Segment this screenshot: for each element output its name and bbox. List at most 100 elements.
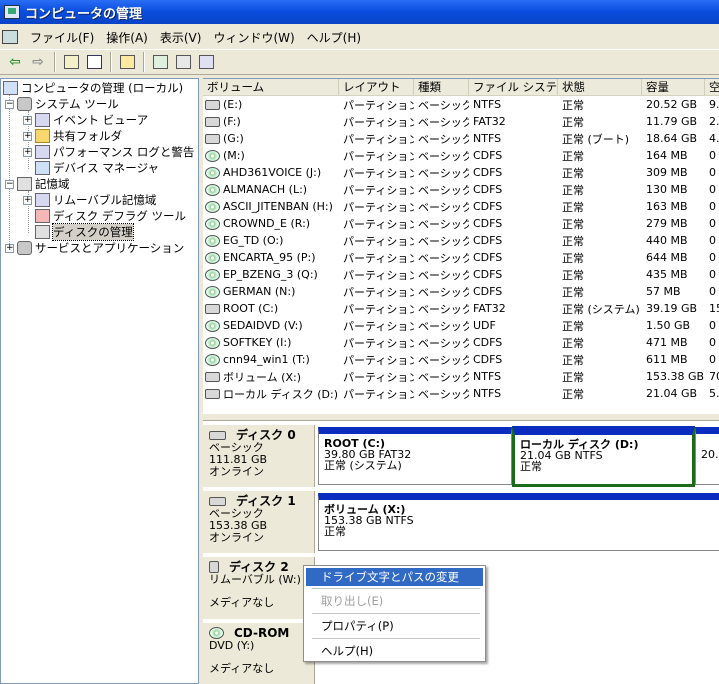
volume-name-text: GERMAN (N:) <box>223 285 296 298</box>
volume-row[interactable]: cnn94_win1 (T:) パーティション ベーシック CDFS 正常 611 MB 0 <box>203 351 719 368</box>
volume-row[interactable]: EG_TD (O:) パーティション ベーシック CDFS 正常 440 MB 0 <box>203 232 719 249</box>
cell-free-space: 0 <box>709 251 716 264</box>
partition-third[interactable]: 20.5 <box>695 427 719 485</box>
expand-icon[interactable]: + <box>23 131 32 141</box>
mmc-console-icon[interactable] <box>2 30 18 44</box>
column-header-free[interactable]: 空 <box>705 79 719 95</box>
cell-volume-name: EP_BZENG_3 (Q:) <box>203 268 339 281</box>
column-header-capacity[interactable]: 容量 <box>642 79 705 95</box>
title-bar[interactable]: コンピュータの管理 <box>0 0 719 24</box>
column-header-type[interactable]: 種類 <box>414 79 469 95</box>
cell-status: 正常 <box>562 285 584 299</box>
cell-capacity: 279 MB <box>646 217 688 230</box>
cd-drive-icon <box>205 319 220 332</box>
menu-file[interactable]: ファイル(F) <box>24 29 100 46</box>
cell-layout: パーティション <box>343 387 414 401</box>
menu-item-change-drive-letter[interactable]: ドライブ文字とパスの変更(C)... <box>306 568 483 602</box>
volume-row[interactable]: GERMAN (N:) パーティション ベーシック CDFS 正常 57 MB 0 <box>203 283 719 300</box>
volume-list[interactable]: ボリューム レイアウト 種類 ファイル システム 状態 容量 空 (E:) パーテ… <box>203 78 719 414</box>
cell-free-space: 0 <box>709 353 716 366</box>
disk-2-label[interactable]: ディスク 2 リムーバブル (W:) メディアなし <box>203 557 315 619</box>
cell-layout: パーティション <box>343 149 414 163</box>
cell-status: 正常 <box>562 251 584 265</box>
menu-view[interactable]: 表示(V) <box>154 29 208 46</box>
volume-row[interactable]: EP_BZENG_3 (Q:) パーティション ベーシック CDFS 正常 435 MB 0 <box>203 266 719 283</box>
column-header-volume[interactable]: ボリューム <box>203 79 339 95</box>
volume-row[interactable]: (M:) パーティション ベーシック CDFS 正常 164 MB 0 <box>203 147 719 164</box>
menu-window[interactable]: ウィンドウ(W) <box>207 29 300 46</box>
tree-item-defrag[interactable]: ディスク デフラグ ツール <box>35 208 186 224</box>
menu-action[interactable]: 操作(A) <box>100 29 154 46</box>
toolbar-separator <box>110 52 112 72</box>
tree-item-services[interactable]: + サービスとアプリケーション <box>5 240 184 256</box>
tree-item-shared-folders[interactable]: + 共有フォルダ <box>23 128 122 144</box>
column-header-filesystem[interactable]: ファイル システム <box>469 79 558 95</box>
collapse-icon[interactable]: − <box>5 179 14 189</box>
volume-name-text: ALMANACH (L:) <box>223 183 308 196</box>
cell-status: 正常 <box>562 268 584 282</box>
back-arrow-icon[interactable]: ⇦ <box>4 51 26 73</box>
volume-row[interactable]: ALMANACH (L:) パーティション ベーシック CDFS 正常 130 MB 0 <box>203 181 719 198</box>
volume-name-text: CROWND_E (R:) <box>223 217 311 230</box>
expand-icon[interactable]: + <box>5 243 14 253</box>
volume-row[interactable]: ASCII_JITENBAN (H:) パーティション ベーシック CDFS 正常 163… <box>203 198 719 215</box>
toolbar-separator <box>143 52 145 72</box>
cell-type: ベーシック <box>418 132 469 146</box>
removable-disk-icon <box>209 561 219 573</box>
tree-item-system-tools[interactable]: − システム ツール <box>5 96 119 112</box>
column-header-layout[interactable]: レイアウト <box>339 79 414 95</box>
volume-name-text: cnn94_win1 (T:) <box>223 353 310 366</box>
volume-row[interactable]: (G:) パーティション ベーシック NTFS 正常 (ブート) 18.64 GB 4. <box>203 130 719 147</box>
disk-1-label[interactable]: ディスク 1 ベーシック 153.38 GB オンライン <box>203 491 315 553</box>
menu-help[interactable]: ヘルプ(H) <box>301 29 367 46</box>
tree-item-disk-management[interactable]: ディスクの管理 <box>35 223 134 241</box>
disk-0-label[interactable]: ディスク 0 ベーシック 111.81 GB オンライン <box>203 425 315 487</box>
expand-icon[interactable]: + <box>23 147 32 157</box>
tree-item-removable-storage[interactable]: + リムーバブル記憶域 <box>23 192 156 208</box>
show-tree-icon[interactable] <box>83 51 105 73</box>
collapse-icon[interactable]: − <box>5 99 14 109</box>
up-folder-icon[interactable] <box>60 51 82 73</box>
disk-icon <box>209 496 226 506</box>
volume-row[interactable]: ボリューム (X:) パーティションベーシック NTFS 正常 153.38 GB 70 <box>203 368 719 385</box>
expand-icon[interactable]: + <box>23 115 32 125</box>
volume-row[interactable]: (E:) パーティション ベーシック NTFS 正常 20.52 GB 9. <box>203 96 719 113</box>
cdrom-label[interactable]: CD-ROM DVD (Y:) メディアなし <box>203 623 315 684</box>
menu-item-help[interactable]: ヘルプ(H) <box>306 642 483 660</box>
volume-row[interactable]: ROOT (C:) パーティション ベーシック FAT32 正常 (システム) 39.19… <box>203 300 719 317</box>
tree-item-performance[interactable]: + パフォーマンス ログと警告 <box>23 144 194 160</box>
menu-item-properties[interactable]: プロパティ(P) <box>306 617 483 635</box>
forward-arrow-icon[interactable]: ⇨ <box>27 51 49 73</box>
cell-filesystem: FAT32 <box>473 115 506 128</box>
partition-root-c[interactable]: ROOT (C:) 39.80 GB FAT32 正常 (システム) <box>318 427 512 485</box>
cell-layout: パーティション <box>343 98 414 112</box>
volume-row[interactable]: SOFTKEY (I:) パーティション ベーシック CDFS 正常 471 MB 0 <box>203 334 719 351</box>
volume-name-text: AHD361VOICE (J:) <box>223 166 322 179</box>
partition-volume-x[interactable]: ボリューム (X:) 153.38 GB NTFS 正常 <box>318 493 719 551</box>
properties-icon[interactable] <box>172 51 194 73</box>
volume-row[interactable]: (F:) パーティション ベーシック FAT32 正常 11.79 GB 2. <box>203 113 719 130</box>
volume-row[interactable]: ローカル ディスク (D:) パーティション ベーシック NTFS 正常 21.04 GB… <box>203 385 719 402</box>
tree-item-device-manager[interactable]: デバイス マネージャ <box>35 160 159 176</box>
expand-icon[interactable]: + <box>23 195 32 205</box>
volume-row[interactable]: ENCARTA_95 (P:) パーティション ベーシック CDFS 正常 644 MB 0 <box>203 249 719 266</box>
cell-status: 正常 <box>562 336 584 350</box>
refresh-icon[interactable] <box>149 51 171 73</box>
cell-free-space: 0 <box>709 268 716 281</box>
menu-item-eject[interactable]: 取り出し(E) <box>306 592 483 610</box>
export-list-icon[interactable] <box>195 51 217 73</box>
volume-row[interactable]: CROWND_E (R:) パーティション ベーシック CDFS 正常 279 MB 0 <box>203 215 719 232</box>
tree-item-storage[interactable]: − 記憶域 <box>5 176 70 192</box>
volume-row[interactable]: SEDAIDVD (V:) パーティション ベーシック UDF 正常 1.50 GB 0 <box>203 317 719 334</box>
cell-volume-name: ENCARTA_95 (P:) <box>203 251 339 264</box>
console-tree[interactable]: コンピュータの管理 (ローカル) − システム ツール + イベント ビューア … <box>0 78 199 684</box>
volume-name-text: ENCARTA_95 (P:) <box>223 251 316 264</box>
tree-line <box>9 95 10 248</box>
tree-item-event-viewer[interactable]: + イベント ビューア <box>23 112 148 128</box>
volume-row[interactable]: AHD361VOICE (J:) パーティション ベーシック CDFS 正常 309 MB… <box>203 164 719 181</box>
column-header-status[interactable]: 状態 <box>558 79 642 95</box>
partition-local-d[interactable]: ローカル ディスク (D:) 21.04 GB NTFS 正常 <box>512 426 695 487</box>
tree-item-root[interactable]: コンピュータの管理 (ローカル) <box>3 80 183 96</box>
cell-status: 正常 <box>562 149 584 163</box>
help-icon[interactable] <box>116 51 138 73</box>
